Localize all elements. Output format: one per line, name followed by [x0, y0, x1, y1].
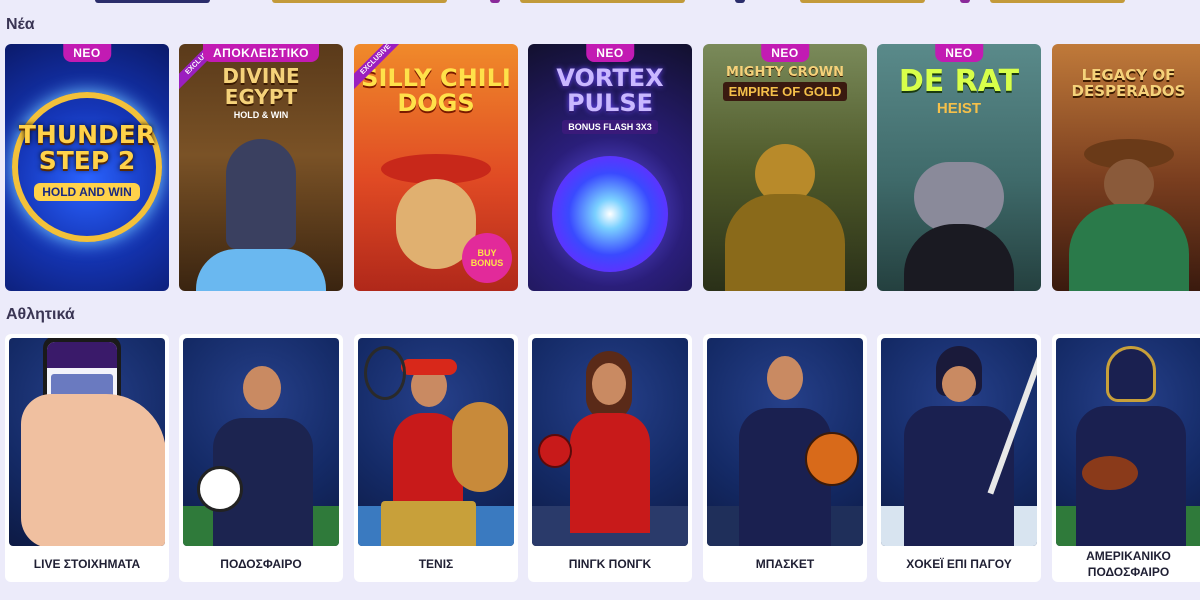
exclusive-badge: ΑΠΟΚΛΕΙΣΤΙΚΟ: [203, 44, 319, 62]
game-title: Legacy of Desperados: [1071, 66, 1186, 100]
cowboy-body: [1068, 204, 1189, 291]
game-title: Vortex Pulse: [556, 64, 664, 118]
new-badge: ΝΕΟ: [935, 44, 983, 62]
game-card-divine-egypt[interactable]: Divine Egypt Hold & Win Exclusive ΑΠΟΚΛΕ…: [179, 44, 343, 291]
sport-card-football[interactable]: ΠΟΔΟΣΦΑΙΡΟ: [179, 334, 343, 582]
section-title-new: Νέα: [6, 16, 35, 33]
gems-figure: [196, 249, 326, 291]
sport-art: [183, 338, 339, 546]
tennis-icon: [364, 346, 406, 400]
new-badge: ΝΕΟ: [586, 44, 634, 62]
game-subtitle: Hold and Win: [34, 182, 140, 201]
sport-label: ΠΟΔΟΣΦΑΙΡΟ: [220, 557, 302, 572]
new-badge: ΝΕΟ: [63, 44, 111, 62]
sport-card-live-betting[interactable]: LIVE ΣΤΟΙΧΗΜΑΤΑ: [5, 334, 169, 582]
sport-card-ice-hockey[interactable]: ΧΟΚΕΪ ΕΠΙ ΠΑΓΟΥ: [877, 334, 1041, 582]
rat-body: [904, 224, 1014, 291]
game-art: Legacy of Desperados: [1052, 44, 1200, 291]
game-card-de-rat-heist[interactable]: De Rat Heist ΝΕΟ: [877, 44, 1041, 291]
sport-art: [881, 338, 1037, 546]
sport-art: [9, 338, 165, 546]
game-title: Silly Chili Dogs: [361, 64, 511, 118]
sport-label: ΜΠΑΣΚΕΤ: [755, 557, 815, 572]
sport-art: [532, 338, 688, 546]
warrior-body: [725, 194, 845, 291]
new-badge: ΝΕΟ: [761, 44, 809, 62]
game-art: De Rat Heist: [877, 44, 1041, 291]
table-tennis-icon: [538, 434, 572, 468]
sport-label: ΠΙΝΓΚ ΠΟΝΓΚ: [568, 557, 652, 572]
game-title: Mighty Crown: [726, 65, 844, 80]
basketball-icon: [805, 432, 859, 486]
cat-figure: [226, 139, 296, 249]
game-subtitle: Heist: [936, 99, 982, 117]
sport-art: [1056, 338, 1200, 546]
game-art: Silly Chili Dogs Buy Bonus: [354, 44, 518, 291]
sport-label: LIVE ΣΤΟΙΧΗΜΑΤΑ: [33, 557, 141, 572]
sport-label: ΑΜΕΡΙΚΑΝΙΚΟ ΠΟΔΟΣΦΑΙΡΟ: [1086, 549, 1171, 579]
sport-label: ΧΟΚΕΪ ΕΠΙ ΠΑΓΟΥ: [906, 557, 1012, 572]
cowboy-head: [1103, 159, 1154, 209]
game-art: Divine Egypt Hold & Win: [179, 44, 343, 291]
rat-head: [914, 162, 1004, 232]
game-card-mighty-crown[interactable]: Mighty Crown Empire of Gold ΝΕΟ: [703, 44, 867, 291]
american-football-player-figure: [1066, 346, 1196, 546]
dog-figure: [452, 402, 508, 492]
game-title: Divine Egypt: [222, 64, 300, 109]
sports-row: LIVE ΣΤΟΙΧΗΜΑΤΑ ΠΟΔΟΣΦΑΙΡΟ ΤΕΝΙΣ ΠΙΝΓΚ Π…: [5, 334, 1200, 584]
game-art: Mighty Crown Empire of Gold: [703, 44, 867, 291]
sport-card-american-football[interactable]: ΑΜΕΡΙΚΑΝΙΚΟ ΠΟΔΟΣΦΑΙΡΟ: [1052, 334, 1200, 582]
section-title-sports: Αθλητικά: [6, 306, 75, 323]
energy-orb: [552, 156, 668, 272]
game-title: De Rat: [898, 64, 1020, 99]
game-card-thunder-step-2[interactable]: Thunder Step 2 Hold and Win ΝΕΟ: [5, 44, 169, 291]
game-subtitle: Empire of Gold: [722, 81, 848, 101]
game-card-silly-chili-dogs[interactable]: Silly Chili Dogs Buy Bonus Exclusive: [354, 44, 518, 291]
game-subtitle: Hold & Win: [233, 110, 289, 120]
hand-figure: [21, 394, 165, 546]
football-icon: [197, 466, 243, 512]
sport-art: [358, 338, 514, 546]
previous-row-strip: [0, 0, 1200, 6]
sport-card-table-tennis[interactable]: ΠΙΝΓΚ ΠΟΝΓΚ: [528, 334, 692, 582]
game-art: Thunder Step 2 Hold and Win: [5, 44, 169, 291]
game-card-legacy-of-desperados[interactable]: Legacy of Desperados: [1052, 44, 1200, 291]
footballer-figure: [201, 366, 321, 546]
game-title: Thunder Step 2: [18, 120, 156, 176]
game-art: Vortex Pulse Bonus Flash 3x3: [528, 44, 692, 291]
game-subtitle: Bonus Flash 3x3: [562, 120, 658, 135]
sport-label: ΤΕΝΙΣ: [418, 557, 454, 572]
sport-art: [707, 338, 863, 546]
american-football-icon: [1082, 456, 1138, 490]
buy-bonus-badge: Buy Bonus: [462, 233, 512, 283]
sport-card-tennis[interactable]: ΤΕΝΙΣ: [354, 334, 518, 582]
sport-card-basketball[interactable]: ΜΠΑΣΚΕΤ: [703, 334, 867, 582]
game-card-vortex-pulse[interactable]: Vortex Pulse Bonus Flash 3x3 ΝΕΟ: [528, 44, 692, 291]
new-games-row: Thunder Step 2 Hold and Win ΝΕΟ Divine E…: [5, 44, 1200, 294]
